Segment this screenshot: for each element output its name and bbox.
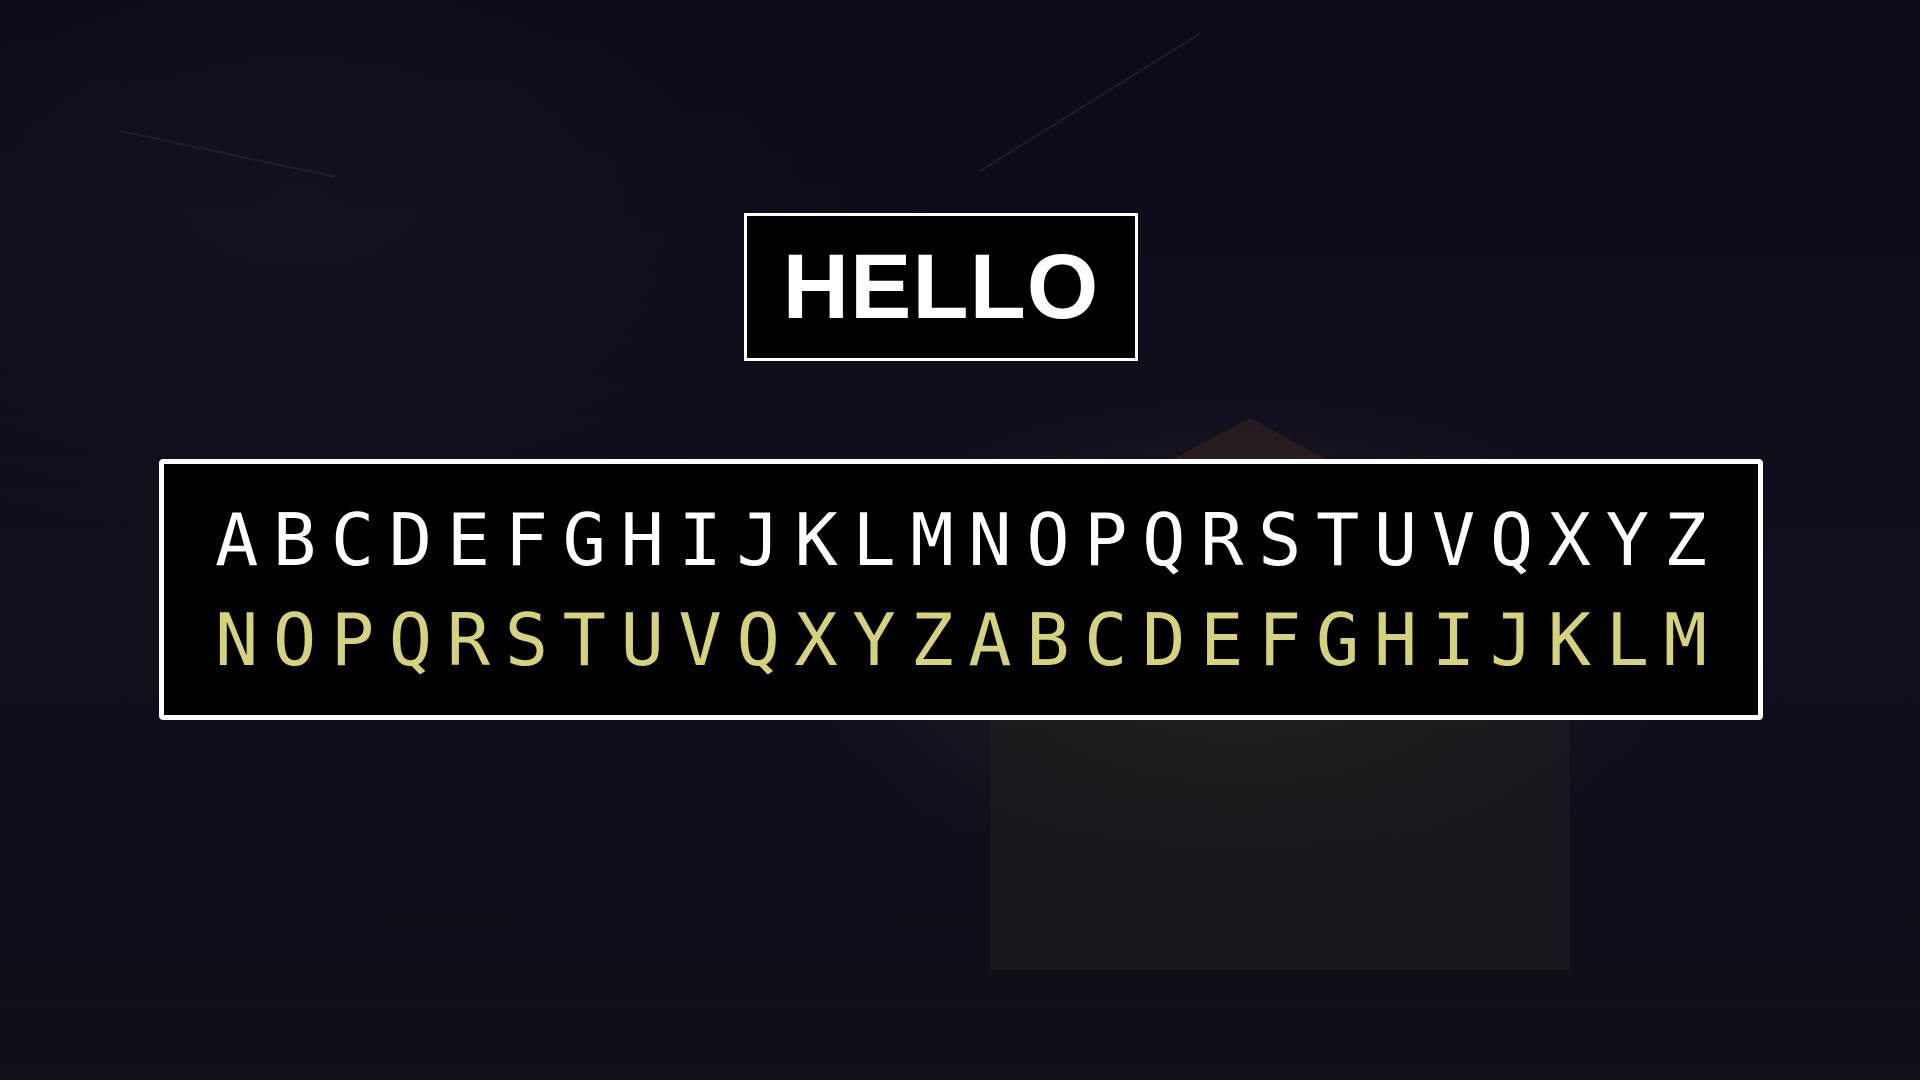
- cipher-alphabet-table: ABCDEFGHIJKLMNOPQRSTUVQXYZ NOPQRSTUVQXYZ…: [159, 459, 1763, 720]
- plaintext-word: HELLO: [782, 236, 1100, 338]
- background-wire: [119, 130, 336, 178]
- background-wire: [979, 32, 1202, 172]
- shifted-alphabet-row: NOPQRSTUVQXYZABCDEFGHIJKLM: [214, 597, 1722, 682]
- plain-alphabet-row: ABCDEFGHIJKLMNOPQRSTUVQXYZ: [214, 497, 1722, 582]
- background-house: [990, 700, 1570, 970]
- plaintext-word-box: HELLO: [744, 213, 1138, 361]
- background-ground: [0, 760, 1920, 1080]
